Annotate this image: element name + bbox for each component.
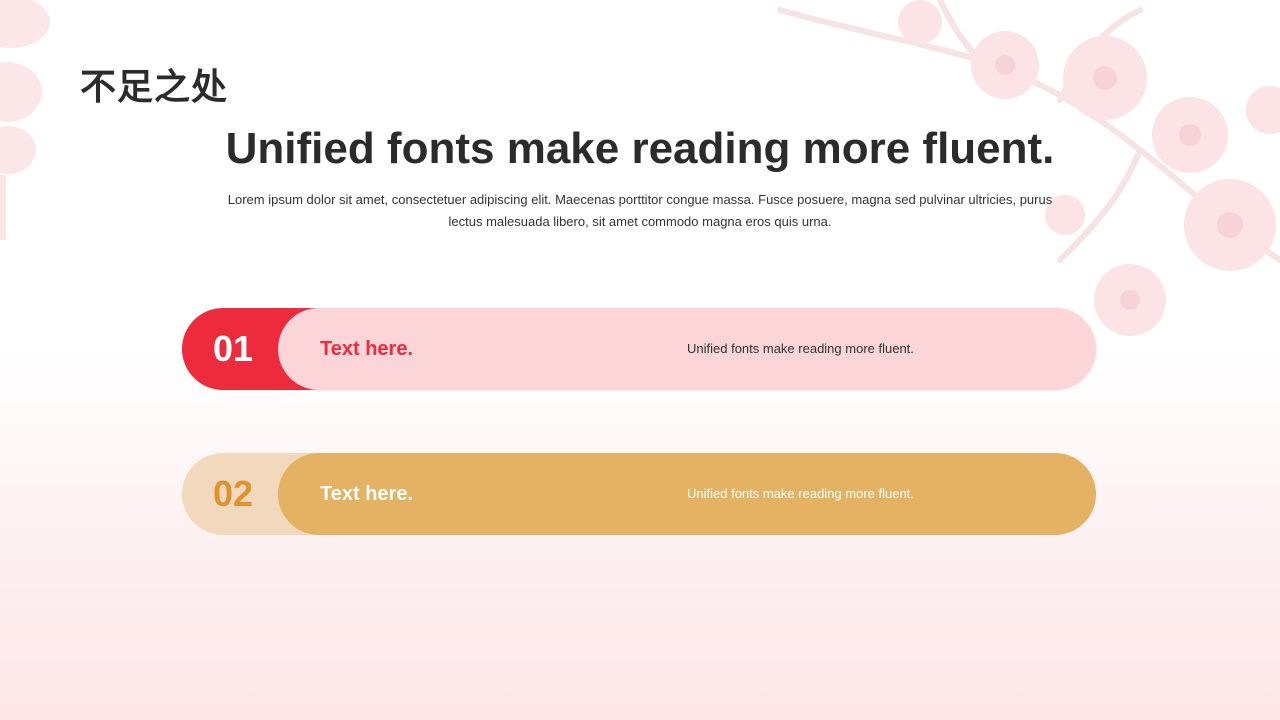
item-number: 01: [212, 328, 254, 369]
page-title: 不足之处: [80, 67, 229, 108]
item-number: 02: [212, 473, 254, 514]
slide: 不足之处 Unified fonts make reading more flu…: [0, 0, 1280, 720]
item-description: Unified fonts make reading more fluent.: [687, 341, 914, 356]
body-text: Lorem ipsum dolor sit amet, consectetuer…: [227, 192, 1053, 229]
item-label: Text here.: [320, 483, 413, 505]
list-item: 01 Text here. Unified fonts make reading…: [182, 308, 1096, 390]
item-description: Unified fonts make reading more fluent.: [687, 486, 914, 501]
plum-blossom-icon: [777, 0, 1280, 336]
item-label: Text here.: [320, 338, 413, 360]
headline: Unified fonts make reading more fluent.: [225, 124, 1055, 173]
list-item: 02 Text here. Unified fonts make reading…: [182, 453, 1096, 535]
